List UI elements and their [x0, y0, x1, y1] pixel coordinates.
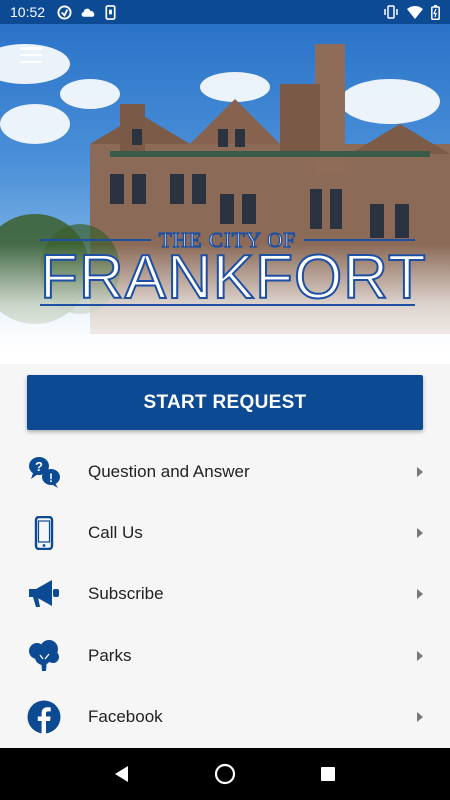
back-triangle-icon: [114, 766, 128, 782]
wifi-icon: [407, 5, 423, 19]
menu-item-label: Parks: [88, 645, 132, 665]
menu-hamburger-button[interactable]: [18, 44, 44, 66]
hamburger-line: [20, 60, 42, 63]
phone-icon: [27, 515, 61, 550]
question-answer-icon: ? !: [27, 455, 61, 489]
hamburger-line: [20, 47, 42, 50]
start-request-button[interactable]: START REQUEST: [27, 375, 423, 430]
menu-item-label: Facebook: [88, 706, 163, 726]
cloud: [0, 104, 70, 144]
megaphone-icon: [27, 577, 61, 611]
menu-list: ? ! Question and Answer Call Us Subscrib…: [0, 441, 450, 747]
chevron-right-icon: [417, 466, 423, 477]
menu-item-label: Subscribe: [88, 584, 164, 604]
back-button[interactable]: [102, 754, 142, 794]
menu-item-label: Question and Answer: [88, 461, 250, 481]
menu-item-call-us[interactable]: Call Us: [0, 502, 450, 563]
menu-item-parks[interactable]: Parks: [0, 625, 450, 686]
chevron-right-icon: [417, 527, 423, 538]
status-time: 10:52: [10, 4, 46, 20]
menu-item-label: Call Us: [88, 522, 143, 542]
vpn-icon: [57, 4, 72, 20]
hero-banner: THE CITY OF FRANKFORT: [0, 24, 450, 364]
logo-rule: [40, 239, 151, 241]
logo-title: FRANKFORT: [39, 243, 427, 312]
svg-text:?: ?: [35, 459, 43, 474]
home-circle-icon: [214, 763, 236, 785]
recents-button[interactable]: [308, 754, 348, 794]
phone-status-icon: [105, 4, 116, 20]
system-nav-bar: [0, 748, 450, 800]
chevron-right-icon: [417, 589, 423, 600]
chevron-right-icon: [417, 650, 423, 661]
menu-item-facebook[interactable]: Facebook: [0, 686, 450, 747]
recents-square-icon: [321, 767, 336, 781]
status-bar: 10:52: [0, 0, 450, 24]
logo-rule-bottom: [40, 304, 415, 306]
vibrate-icon: [383, 5, 399, 19]
chevron-right-icon: [417, 711, 423, 722]
svg-text:!: !: [49, 471, 53, 485]
tree-icon: [27, 639, 61, 673]
logo-rule: [304, 239, 416, 241]
hamburger-line: [20, 53, 42, 57]
battery-icon: [431, 4, 440, 20]
cloud-icon: [80, 6, 97, 18]
menu-item-subscribe[interactable]: Subscribe: [0, 564, 450, 625]
home-button[interactable]: [205, 754, 245, 794]
facebook-icon: [27, 700, 61, 734]
menu-item-question-answer[interactable]: ? ! Question and Answer: [0, 441, 450, 502]
